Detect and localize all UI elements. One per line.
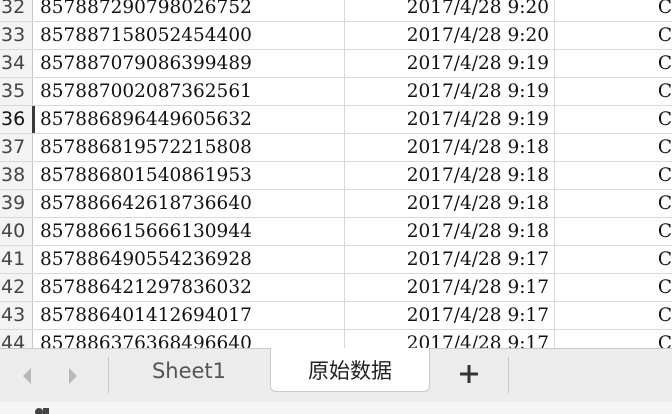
row-number-header[interactable]: 36 (0, 106, 35, 133)
row-number-header[interactable]: 33 (0, 22, 33, 49)
cell-datetime[interactable]: 2017/4/28 9:18 (345, 218, 555, 245)
row-number-header[interactable]: 40 (0, 218, 33, 245)
cell-next-column[interactable]: C (555, 50, 672, 77)
cell-datetime[interactable]: 2017/4/28 9:19 (345, 106, 555, 133)
cell-id[interactable]: 857886642618736640 (36, 190, 345, 217)
sheet-tab-bar: Sheet1 原始数据 (0, 348, 672, 402)
row-number-header[interactable]: 34 (0, 50, 33, 77)
cell-datetime[interactable]: 2017/4/28 9:17 (345, 246, 555, 273)
cell-datetime[interactable]: 2017/4/28 9:18 (345, 134, 555, 161)
cell-next-column[interactable]: C (555, 218, 672, 245)
cell-next-column[interactable]: C (555, 22, 672, 49)
row-number-header[interactable]: 37 (0, 134, 33, 161)
cell-id[interactable]: 857886819572215808 (36, 134, 345, 161)
cell-datetime[interactable]: 2017/4/28 9:19 (345, 50, 555, 77)
table-row: 32 857887290798026752 2017/4/28 9:20 C (0, 0, 672, 22)
cell-datetime[interactable]: 2017/4/28 9:18 (345, 190, 555, 217)
cell-id[interactable]: 857886401412694017 (36, 302, 345, 329)
table-row: 42 857886421297836032 2017/4/28 9:17 C (0, 274, 672, 302)
table-row: 40 857886615666130944 2017/4/28 9:18 C (0, 218, 672, 246)
spreadsheet-grid[interactable]: 32 857887290798026752 2017/4/28 9:20 C 33 857… (0, 0, 672, 348)
row-number-header[interactable]: 35 (0, 78, 33, 105)
cell-next-column[interactable]: C (555, 274, 672, 301)
plus-icon (460, 365, 478, 383)
cell-id[interactable]: 857886896449605632 (36, 106, 345, 133)
table-row: 33 857887158052454400 2017/4/28 9:20 C (0, 22, 672, 50)
tab-raw-data-label: 原始数据 (308, 358, 392, 383)
row-number-header[interactable]: 44 (0, 330, 33, 348)
cell-id[interactable]: 857886421297836032 (36, 274, 345, 301)
cell-id[interactable]: 857887158052454400 (36, 22, 345, 49)
cell-datetime[interactable]: 2017/4/28 9:20 (345, 22, 555, 49)
cell-next-column[interactable]: C (555, 106, 672, 133)
cell-next-column[interactable]: C (555, 0, 672, 21)
chevron-right-icon[interactable] (62, 365, 84, 387)
cell-datetime[interactable]: 2017/4/28 9:18 (345, 162, 555, 189)
cell-id[interactable]: 857886376368496640 (36, 330, 345, 348)
cell-next-column[interactable]: C (555, 134, 672, 161)
table-row: 39 857886642618736640 2017/4/28 9:18 C (0, 190, 672, 218)
tab-separator (508, 357, 509, 393)
table-row: 41 857886490554236928 2017/4/28 9:17 C (0, 246, 672, 274)
tab-separator (108, 357, 109, 393)
cell-id[interactable]: 857887290798026752 (36, 0, 345, 21)
table-row: 36 857886896449605632 2017/4/28 9:19 C (0, 106, 672, 134)
add-sheet-button[interactable] (452, 359, 486, 389)
row-number-header[interactable]: 41 (0, 246, 33, 273)
cell-id[interactable]: 857886490554236928 (36, 246, 345, 273)
row-number-header[interactable]: 32 (0, 0, 33, 21)
status-bar (0, 402, 672, 414)
tab-sheet1-label: Sheet1 (151, 358, 227, 383)
cell-datetime[interactable]: 2017/4/28 9:17 (345, 274, 555, 301)
row-number-header[interactable]: 42 (0, 274, 33, 301)
table-row: 44 857886376368496640 2017/4/28 9:17 C (0, 330, 672, 348)
cell-next-column[interactable]: C (555, 190, 672, 217)
row-number-header[interactable]: 39 (0, 190, 33, 217)
table-row: 37 857886819572215808 2017/4/28 9:18 C (0, 134, 672, 162)
table-row: 38 857886801540861953 2017/4/28 9:18 C (0, 162, 672, 190)
cell-id[interactable]: 857887079086399489 (36, 50, 345, 77)
row-number-header[interactable]: 43 (0, 302, 33, 329)
table-row: 43 857886401412694017 2017/4/28 9:17 C (0, 302, 672, 330)
cell-datetime[interactable]: 2017/4/28 9:17 (345, 302, 555, 329)
cell-id[interactable]: 857887002087362561 (36, 78, 345, 105)
table-row: 34 857887079086399489 2017/4/28 9:19 C (0, 50, 672, 78)
cell-datetime[interactable]: 2017/4/28 9:20 (345, 0, 555, 21)
cell-next-column[interactable]: C (555, 78, 672, 105)
cell-next-column[interactable]: C (555, 162, 672, 189)
cell-next-column[interactable]: C (555, 330, 672, 348)
cell-next-column[interactable]: C (555, 246, 672, 273)
row-number-header[interactable]: 38 (0, 162, 33, 189)
cell-datetime[interactable]: 2017/4/28 9:19 (345, 78, 555, 105)
cell-id[interactable]: 857886615666130944 (36, 218, 345, 245)
cell-datetime[interactable]: 2017/4/28 9:17 (345, 330, 555, 348)
cell-next-column[interactable]: C (555, 302, 672, 329)
tab-raw-data[interactable]: 原始数据 (270, 348, 430, 392)
status-icon[interactable] (34, 406, 52, 414)
table-row: 35 857887002087362561 2017/4/28 9:19 C (0, 78, 672, 106)
chevron-left-icon[interactable] (16, 365, 38, 387)
cell-id[interactable]: 857886801540861953 (36, 162, 345, 189)
tab-sheet1[interactable]: Sheet1 (110, 349, 268, 392)
